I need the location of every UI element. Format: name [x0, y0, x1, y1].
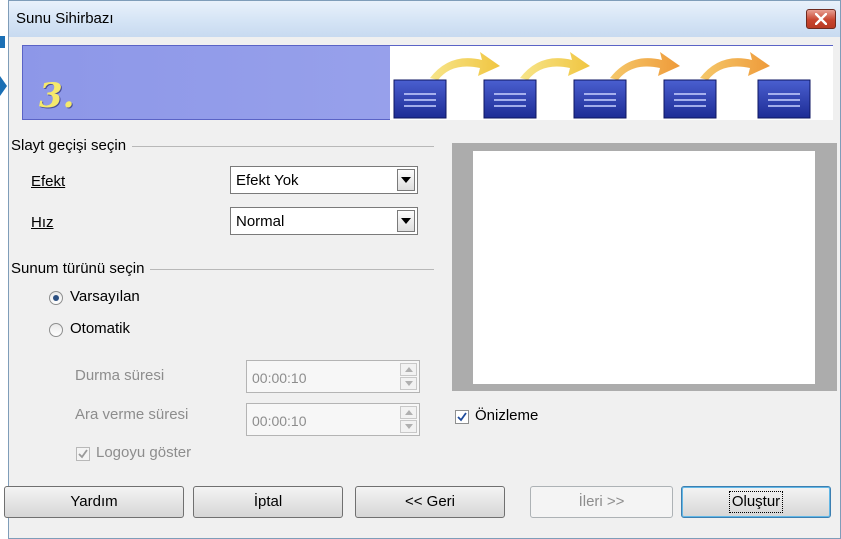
background-arrow-marker [0, 76, 7, 96]
pause-duration-up-button[interactable] [400, 363, 417, 376]
arrow-icon [610, 52, 680, 80]
spin-down-icon [405, 381, 413, 386]
automatic-radio-label[interactable]: Otomatik [70, 320, 130, 337]
close-button[interactable] [806, 9, 836, 29]
presentation-wizard-dialog: Sunu Sihirbazı 3. Slayt geçişi seçin Efe… [4, 0, 841, 539]
radio-selected-dot [53, 295, 59, 301]
pause-duration-value: 00:00:10 [252, 370, 307, 386]
preview-checkbox[interactable] [455, 410, 469, 424]
speed-label: Hız [31, 214, 54, 231]
next-button[interactable]: İleri >> [530, 486, 673, 518]
break-duration-label: Ara verme süresi [75, 406, 189, 423]
dropdown-arrow-icon [401, 177, 411, 183]
speed-select[interactable]: Normal [230, 207, 418, 235]
spin-up-icon [405, 410, 413, 415]
wizard-banner: 3. [22, 45, 833, 120]
transition-section-title: Slayt geçişi seçin [11, 137, 133, 154]
effect-label: Efekt [31, 173, 66, 190]
speed-value: Normal [236, 213, 285, 230]
pause-duration-down-button[interactable] [400, 377, 417, 390]
page-icon [393, 79, 447, 119]
page-icon [483, 79, 537, 119]
dropdown-arrow-icon [401, 218, 411, 224]
show-logo-checkbox[interactable] [76, 447, 90, 461]
default-radio[interactable] [49, 291, 63, 305]
arrow-icon [430, 52, 500, 80]
spin-down-icon [405, 424, 413, 429]
default-radio-label[interactable]: Varsayılan [70, 288, 140, 305]
step-number: 3. [39, 76, 75, 116]
page-icon [663, 79, 717, 119]
speed-dropdown-button[interactable] [397, 210, 415, 232]
create-button-label: Oluştur [728, 491, 784, 513]
pause-duration-label: Durma süresi [75, 367, 165, 384]
cancel-button[interactable]: İptal [193, 486, 343, 518]
spin-up-icon [405, 367, 413, 372]
effect-value: Efekt Yok [236, 172, 299, 189]
window-title: Sunu Sihirbazı [16, 10, 114, 27]
page-icon [757, 79, 811, 119]
break-duration-value: 00:00:10 [252, 413, 307, 429]
break-duration-up-button[interactable] [400, 406, 417, 419]
show-logo-label: Logoyu göster [96, 444, 192, 461]
preview-frame [452, 143, 837, 391]
checkmark-icon [457, 412, 467, 422]
automatic-radio[interactable] [49, 323, 63, 337]
close-icon [815, 13, 827, 25]
effect-dropdown-button[interactable] [397, 169, 415, 191]
background-marker [0, 36, 5, 48]
presentation-type-section-title: Sunum türünü seçin [11, 260, 151, 277]
arrow-icon [700, 52, 770, 80]
preview-area [473, 151, 815, 384]
effect-select[interactable]: Efekt Yok [230, 166, 418, 194]
page-icon [573, 79, 627, 119]
create-button[interactable]: Oluştur [681, 486, 831, 518]
preview-checkbox-label[interactable]: Önizleme [475, 407, 538, 424]
title-bar: Sunu Sihirbazı [9, 1, 840, 37]
help-button[interactable]: Yardım [4, 486, 184, 518]
break-duration-spinbox[interactable]: 00:00:10 [246, 403, 420, 436]
background-window-edge [0, 0, 8, 539]
back-button[interactable]: << Geri [355, 486, 505, 518]
checkmark-icon [78, 449, 88, 459]
pause-duration-spinbox[interactable]: 00:00:10 [246, 360, 420, 393]
break-duration-down-button[interactable] [400, 420, 417, 433]
arrow-icon [520, 52, 590, 80]
wizard-steps-illustration [390, 46, 833, 120]
